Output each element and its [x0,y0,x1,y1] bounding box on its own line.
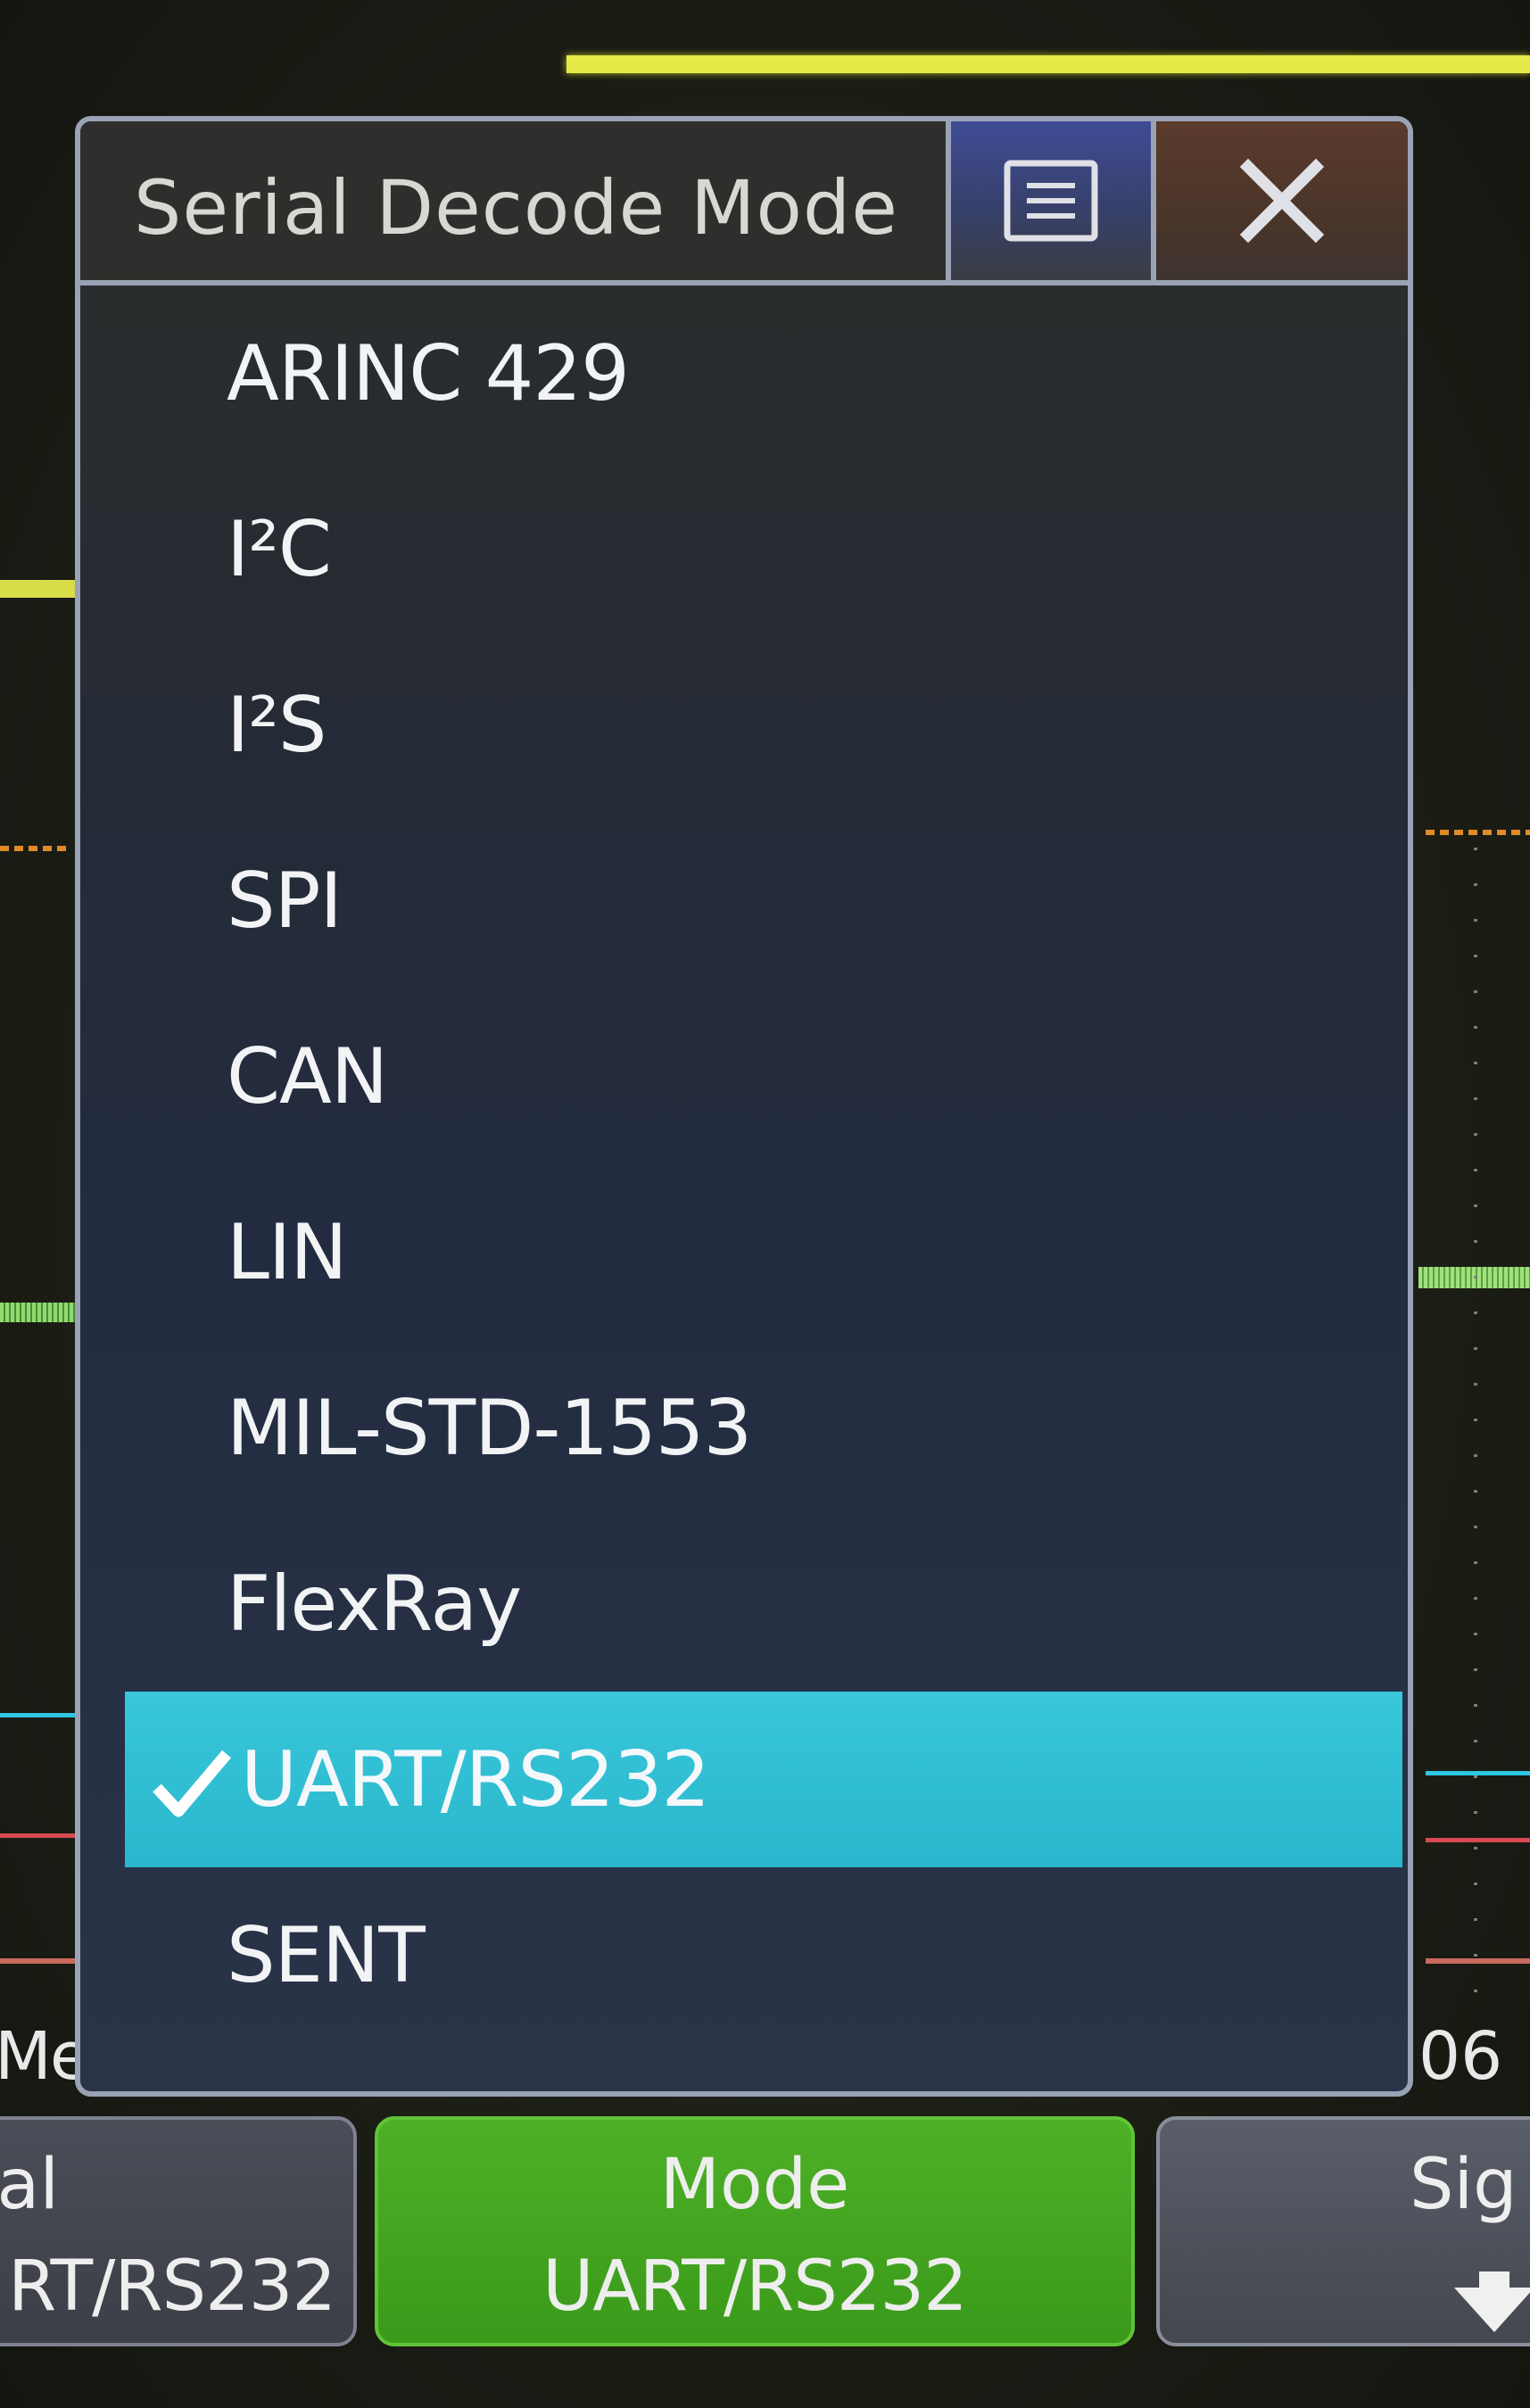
cyan-trace [0,1713,80,1717]
yellow-trace [567,55,1530,73]
mode-item-uart-rs232[interactable]: UART/RS232 [125,1692,1402,1867]
mode-item-spi[interactable]: SPI [80,813,1408,989]
menu-icon [1004,160,1098,242]
mode-item-arinc-429[interactable]: ARINC 429 [80,285,1408,461]
partial-right-label: 06 [1418,2018,1503,2095]
mode-item-label: ARINC 429 [227,328,630,418]
mode-item-mil-std-1553[interactable]: MIL-STD-1553 [80,1340,1408,1516]
orange-trace [1426,830,1530,835]
menu-button[interactable] [946,121,1151,280]
oscilloscope-screen: Me 06 Serial Decode Mode ARINC 429 I²C I… [0,0,1530,2408]
signal-softkey[interactable]: Sig [1156,2116,1530,2346]
down-arrow-icon [1454,2271,1530,2332]
red-trace [0,1833,80,1838]
mode-item-label: LIN [227,1207,348,1297]
mode-item-label: I²C [227,504,332,594]
close-button[interactable] [1151,121,1408,280]
softkey-title: Mode [659,2145,850,2225]
mode-item-label: SENT [227,1910,426,2000]
green-trace [0,1303,85,1322]
softkey-title: Sig [1410,2145,1518,2225]
dialog-titlebar: Serial Decode Mode [80,121,1408,285]
mode-item-label: I²S [227,680,327,770]
serial-decode-mode-dialog: Serial Decode Mode ARINC 429 I²C I²S SPI… [75,116,1413,2097]
mode-item-label: UART/RS232 [241,1734,710,1825]
mode-softkey[interactable]: Mode UART/RS232 [375,2116,1135,2346]
graticule-ticks [1474,848,1477,2007]
mode-item-sent[interactable]: SENT [80,1867,1408,2043]
softkey-value: UART/RS232 [542,2247,967,2327]
orange-trace [0,846,71,851]
mode-item-flexray[interactable]: FlexRay [80,1516,1408,1692]
serial-softkey[interactable]: ial RT/RS232 [0,2116,357,2346]
salmon-trace [1426,1958,1530,1964]
mode-item-can[interactable]: CAN [80,989,1408,1164]
mode-item-label: FlexRay [227,1559,522,1649]
yellow-trace [0,580,79,598]
cyan-trace [1426,1771,1530,1775]
dialog-title: Serial Decode Mode [134,164,898,252]
softkey-value: RT/RS232 [7,2247,336,2327]
mode-item-label: SPI [227,856,343,946]
salmon-trace [0,1958,80,1964]
mode-list: ARINC 429 I²C I²S SPI CAN LIN MIL-STD-15… [80,285,1408,2043]
softkey-title: ial [0,2145,59,2225]
close-icon [1239,158,1325,244]
mode-item-i2s[interactable]: I²S [80,637,1408,813]
checkmark-icon [153,1750,231,1817]
mode-item-i2c[interactable]: I²C [80,461,1408,637]
mode-item-label: CAN [227,1031,388,1121]
mode-item-lin[interactable]: LIN [80,1164,1408,1340]
red-trace [1426,1838,1530,1842]
mode-item-label: MIL-STD-1553 [227,1383,752,1473]
